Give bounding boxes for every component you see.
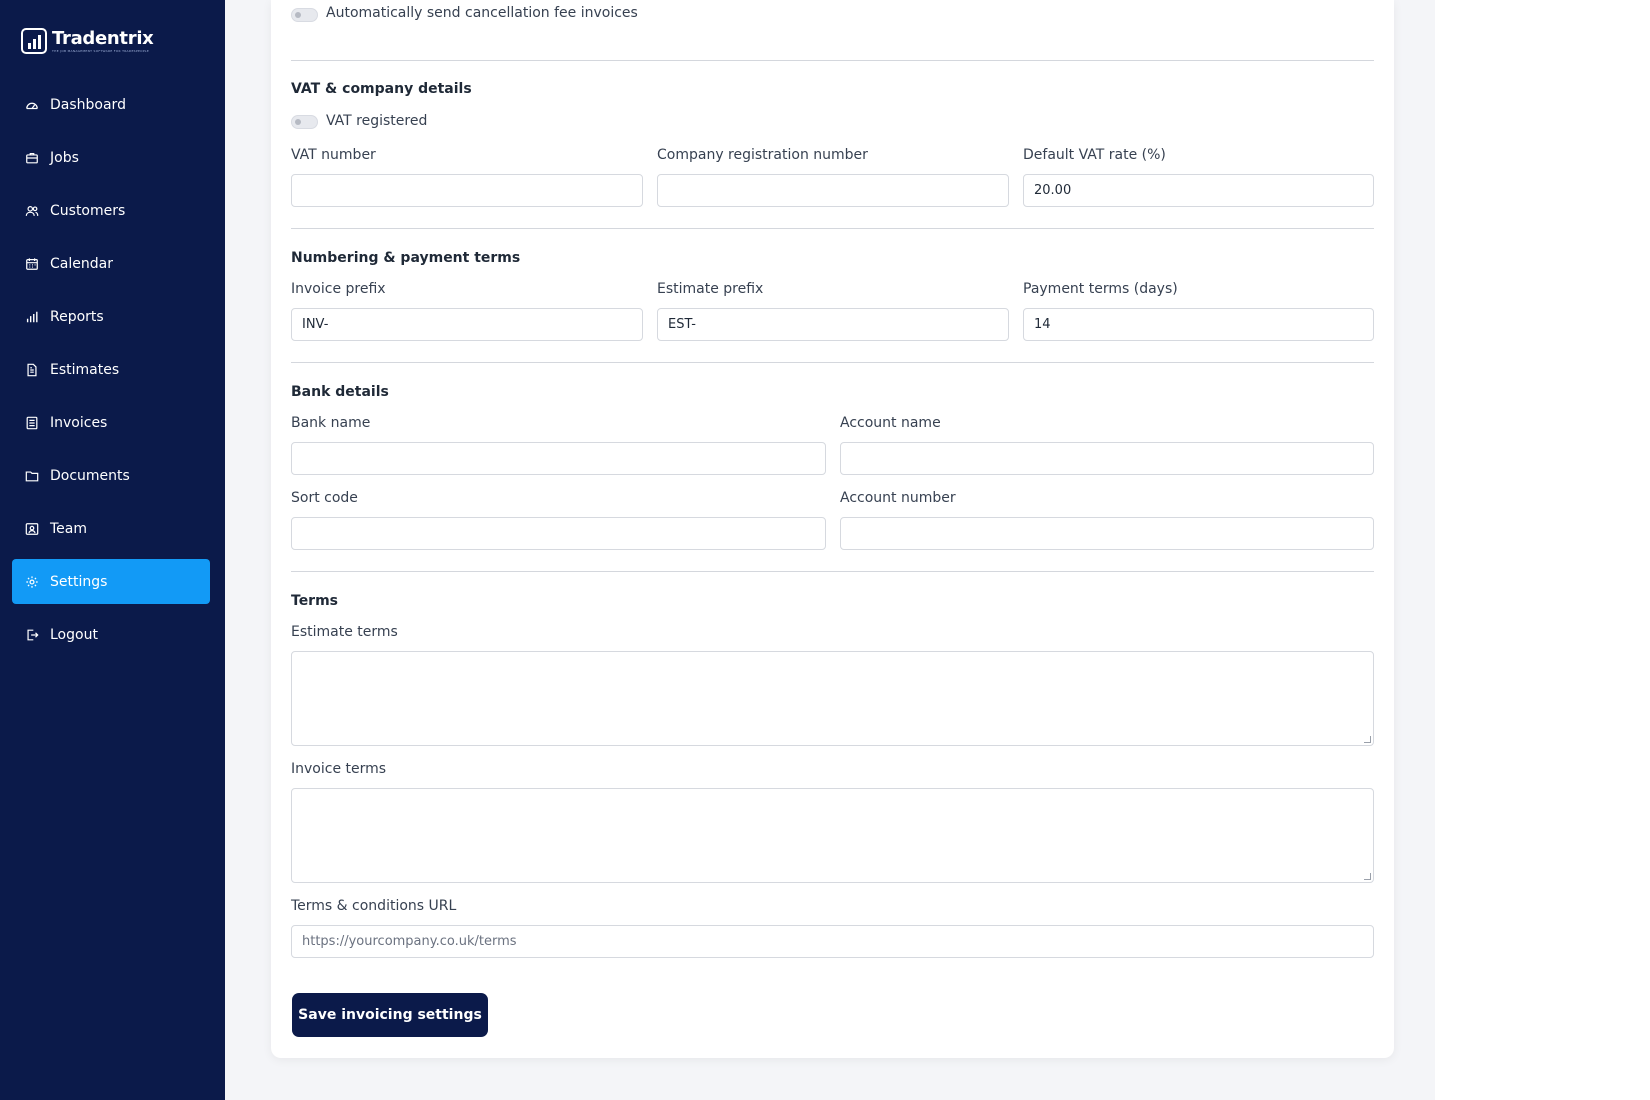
section-title-terms: Terms [291, 593, 339, 609]
brand-logo-icon [21, 28, 47, 54]
gear-icon [25, 575, 39, 589]
cancellation-invoice-toggle-label: Automatically send cancellation fee invo… [326, 5, 638, 21]
sidebar-item-reports[interactable]: Reports [12, 294, 210, 339]
sidebar-item-label: Reports [50, 308, 104, 325]
divider [291, 571, 1374, 572]
sidebar-item-dashboard[interactable]: Dashboard [12, 82, 210, 127]
terms-url-label: Terms & conditions URL [291, 898, 457, 914]
account-number-input[interactable] [840, 517, 1374, 550]
account-name-label: Account name [840, 415, 941, 431]
bank-name-label: Bank name [291, 415, 371, 431]
file-text-icon [25, 363, 39, 377]
users-icon [25, 204, 39, 218]
invoice-prefix-input[interactable]: INV- [291, 308, 643, 341]
sidebar-item-label: Settings [50, 573, 108, 590]
account-name-input[interactable] [840, 442, 1374, 475]
sidebar-item-label: Jobs [50, 149, 79, 166]
section-title-vat: VAT & company details [291, 81, 472, 97]
vat-number-input[interactable] [291, 174, 643, 207]
logout-icon [25, 628, 39, 642]
payment-terms-label: Payment terms (days) [1023, 281, 1178, 297]
folder-icon [25, 469, 39, 483]
default-vat-rate-input[interactable]: 20.00 [1023, 174, 1374, 207]
section-title-bank: Bank details [291, 384, 389, 400]
divider [291, 362, 1374, 363]
right-panel [1435, 0, 1650, 1100]
briefcase-icon [25, 151, 39, 165]
sort-code-label: Sort code [291, 490, 358, 506]
company-reg-input[interactable] [657, 174, 1009, 207]
sidebar-item-invoices[interactable]: Invoices [12, 400, 210, 445]
default-vat-rate-label: Default VAT rate (%) [1023, 147, 1166, 163]
sidebar-item-estimates[interactable]: Estimates [12, 347, 210, 392]
sort-code-input[interactable] [291, 517, 826, 550]
sidebar-item-team[interactable]: Team [12, 506, 210, 551]
estimate-terms-textarea[interactable] [291, 651, 1374, 746]
section-title-numbering: Numbering & payment terms [291, 250, 521, 266]
resize-handle-icon[interactable] [1364, 736, 1371, 743]
divider [291, 228, 1374, 229]
sidebar-item-label: Team [50, 520, 88, 537]
save-invoicing-settings-button[interactable]: Save invoicing settings [292, 993, 488, 1037]
brand-tagline: THE JOB MANAGEMENT SOFTWARE FOR TRADESPE… [52, 48, 150, 53]
list-icon [25, 416, 39, 430]
resize-handle-icon[interactable] [1364, 873, 1371, 880]
sidebar-item-label: Customers [50, 202, 126, 219]
payment-terms-input[interactable]: 14 [1023, 308, 1374, 341]
id-card-icon [25, 522, 39, 536]
estimate-prefix-input[interactable]: EST- [657, 308, 1009, 341]
dashboard-icon [25, 98, 39, 112]
sidebar-item-calendar[interactable]: Calendar [12, 241, 210, 286]
sidebar-item-documents[interactable]: Documents [12, 453, 210, 498]
sidebar-item-settings[interactable]: Settings [12, 559, 210, 604]
terms-url-input[interactable]: https://yourcompany.co.uk/terms [291, 925, 1374, 958]
invoicing-settings-card: Automatically send cancellation fee invo… [271, 0, 1394, 1058]
sidebar-item-label: Dashboard [50, 96, 126, 113]
bank-name-input[interactable] [291, 442, 826, 475]
sidebar-item-customers[interactable]: Customers [12, 188, 210, 233]
brand[interactable]: Tradentrix THE JOB MANAGEMENT SOFTWARE F… [21, 28, 154, 54]
invoice-terms-textarea[interactable] [291, 788, 1374, 883]
company-reg-label: Company registration number [657, 147, 868, 163]
sidebar-item-label: Calendar [50, 255, 113, 272]
cancellation-invoice-toggle[interactable] [291, 8, 318, 22]
sidebar-item-label: Logout [50, 626, 98, 643]
sidebar-item-logout[interactable]: Logout [12, 612, 210, 657]
vat-registered-label: VAT registered [326, 113, 428, 129]
bar-chart-icon [25, 310, 39, 324]
sidebar: Tradentrix THE JOB MANAGEMENT SOFTWARE F… [0, 0, 225, 1100]
brand-name: Tradentrix [52, 27, 154, 49]
estimate-prefix-label: Estimate prefix [657, 281, 764, 297]
calendar-icon [25, 257, 39, 271]
sidebar-item-label: Invoices [50, 414, 108, 431]
sidebar-item-label: Estimates [50, 361, 120, 378]
sidebar-item-label: Documents [50, 467, 130, 484]
vat-registered-toggle[interactable] [291, 115, 318, 129]
divider [291, 60, 1374, 61]
invoice-terms-label: Invoice terms [291, 761, 387, 777]
vat-number-label: VAT number [291, 147, 376, 163]
account-number-label: Account number [840, 490, 956, 506]
sidebar-item-jobs[interactable]: Jobs [12, 135, 210, 180]
invoice-prefix-label: Invoice prefix [291, 281, 386, 297]
estimate-terms-label: Estimate terms [291, 624, 398, 640]
sidebar-nav: Dashboard Jobs Customers Calendar Report… [12, 82, 210, 665]
